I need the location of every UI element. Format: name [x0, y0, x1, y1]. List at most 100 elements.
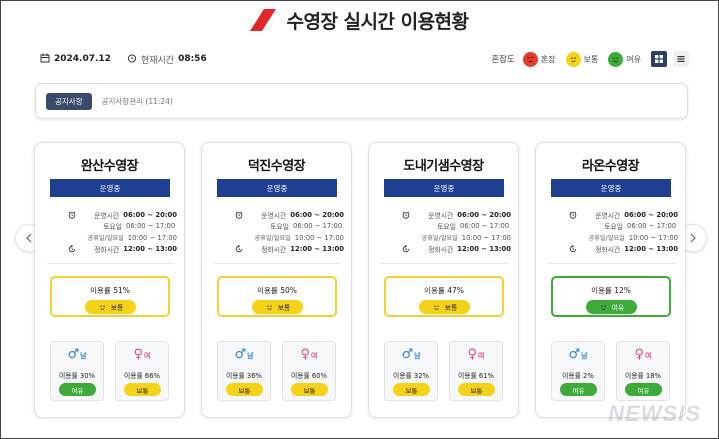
refresh-clock-icon [568, 245, 577, 253]
hours-row-saturday: 토요일 06:00 ~ 17:00 [401, 221, 511, 233]
divider [548, 263, 675, 264]
notice-badge: 공지사항 [46, 92, 92, 110]
operating-hours: 운영시간 06:00 ~ 20:00 토요일 06:00 ~ 17:00 공휴일… [234, 209, 344, 255]
pool-card-1[interactable]: 완산수영장 운영중 운영시간 06:00 ~ 20:00 토요일 06:00 ~… [34, 142, 185, 418]
female-usage-rate: 이용률 60% [290, 372, 328, 380]
hours-value: 06:00 ~ 20:00 [290, 210, 344, 219]
male-indicator: ♂ 남 [385, 348, 437, 361]
male-symbol-icon: ♂ [67, 347, 80, 362]
notice-text[interactable]: 공지사항관리 (11:24) [102, 96, 173, 107]
grid-view-button[interactable] [651, 51, 667, 67]
female-indicator: ♀ 여 [116, 348, 168, 361]
refresh-clock-icon [401, 245, 410, 253]
hours-label: 운영시간 [428, 211, 454, 220]
legend-item-moderate: 보통 [565, 51, 598, 67]
female-symbol-icon: ♀ [467, 347, 478, 362]
male-indicator: ♂ 남 [218, 348, 270, 361]
alarm-clock-icon [67, 211, 76, 219]
chevron-right-icon [690, 233, 696, 243]
slash-logo-icon [250, 9, 277, 31]
overall-usage-box: 이용률 12% 여유 [551, 276, 671, 317]
hours-row-holiday: 공휴일/일요일 10:00 ~ 17:00 [568, 232, 678, 244]
congestion-label: 여유 [611, 304, 625, 312]
hours-value: 12:00 ~ 13:00 [624, 245, 678, 254]
hours-row-cleaning: 정화시간 12:00 ~ 13:00 [401, 244, 511, 256]
male-label: 남 [80, 352, 87, 360]
operating-status-badge: 운영중 [217, 179, 337, 197]
time-display: 현재시간 08:56 [127, 53, 207, 66]
hours-value: 06:00 ~ 17:00 [126, 222, 176, 231]
male-usage-rate: 이용률 2% [562, 372, 594, 380]
legend-item-busy: 혼잡 [522, 51, 556, 67]
hours-row-saturday: 토요일 06:00 ~ 17:00 [234, 221, 344, 233]
congestion-legend: 혼잡도 혼잡 보통 여유 [491, 51, 689, 67]
alarm-clock-icon [127, 53, 137, 66]
female-usage-box: ♀ 여 이용률 60% 보통 [282, 341, 336, 401]
male-usage-box: ♂ 남 이용률 32% 보통 [384, 341, 438, 401]
hours-value: 10:00 ~ 17:00 [294, 233, 344, 242]
info-bar: 2024.07.12 현재시간 08:56 혼잡도 혼잡 보통 여유 [40, 50, 689, 68]
operating-status-badge: 운영중 [384, 179, 504, 197]
notice-bar[interactable]: 공지사항 공지사항관리 (11:24) [35, 83, 688, 119]
female-congestion-pill: 보통 [291, 383, 328, 396]
male-usage-box: ♂ 남 이용률 30% 여유 [50, 341, 104, 401]
current-time-label: 현재시간 [140, 55, 175, 66]
hours-label: 공휴일/일요일 [87, 235, 124, 243]
hours-label: 공휴일/일요일 [588, 235, 625, 243]
hours-label: 공휴일/일요일 [254, 235, 291, 243]
male-congestion-pill: 보통 [393, 383, 430, 396]
hours-value: 10:00 ~ 17:00 [461, 233, 511, 242]
hours-row-weekday: 운영시간 06:00 ~ 20:00 [401, 209, 511, 221]
male-symbol-icon: ♂ [568, 347, 581, 362]
divider [214, 263, 341, 264]
pool-card-2[interactable]: 덕진수영장 운영중 운영시간 06:00 ~ 20:00 토요일 06:00 ~… [201, 142, 352, 418]
legend-title: 혼잡도 [491, 55, 515, 65]
male-congestion-pill: 보통 [226, 383, 263, 396]
hours-value: 06:00 ~ 17:00 [460, 222, 510, 231]
congestion-pill: 여유 [586, 300, 637, 314]
pool-card-3[interactable]: 도내기샘수영장 운영중 운영시간 06:00 ~ 20:00 토요일 06:00… [368, 142, 519, 418]
pool-card-4[interactable]: 라온수영장 운영중 운영시간 06:00 ~ 20:00 토요일 06:00 ~… [535, 142, 686, 418]
female-usage-box: ♀ 여 이용률 18% 여유 [616, 341, 670, 401]
male-indicator: ♂ 남 [552, 348, 604, 361]
hours-value: 06:00 ~ 20:00 [624, 210, 678, 219]
overall-usage-rate: 이용률 51% [90, 286, 130, 295]
female-congestion-pill: 여유 [625, 383, 662, 396]
overall-usage-rate: 이용률 12% [591, 286, 631, 295]
female-label: 여 [645, 352, 652, 360]
hours-row-saturday: 토요일 06:00 ~ 17:00 [568, 221, 678, 233]
refresh-clock-icon [67, 245, 76, 253]
operating-hours: 운영시간 06:00 ~ 20:00 토요일 06:00 ~ 17:00 공휴일… [67, 209, 177, 255]
list-view-button[interactable] [673, 51, 689, 67]
hours-label: 정화시간 [428, 246, 454, 255]
male-usage-rate: 이용률 32% [392, 372, 430, 380]
hours-value: 06:00 ~ 20:00 [123, 210, 177, 219]
hours-label: 토요일 [270, 223, 289, 232]
hours-label: 정화시간 [595, 246, 621, 255]
operating-hours: 운영시간 06:00 ~ 20:00 토요일 06:00 ~ 17:00 공휴일… [568, 209, 678, 255]
female-congestion-pill: 보통 [124, 383, 161, 396]
operating-status-badge: 운영중 [50, 179, 170, 197]
female-indicator: ♀ 여 [450, 348, 502, 361]
page-header: 수영장 실시간 이용현황 [0, 6, 719, 34]
female-label: 여 [144, 352, 151, 360]
male-congestion-pill: 여유 [59, 383, 96, 396]
hours-label: 운영시간 [261, 211, 287, 220]
male-indicator: ♂ 남 [51, 348, 103, 361]
pool-name: 완산수영장 [80, 159, 139, 174]
happy-face-icon [608, 51, 624, 67]
female-usage-box: ♀ 여 이용률 61% 보통 [449, 341, 503, 401]
current-date: 2024.07.12 [54, 54, 111, 64]
smile-icon [98, 303, 107, 312]
refresh-clock-icon [234, 245, 243, 253]
smile-icon [599, 303, 608, 312]
male-label: 남 [581, 352, 588, 360]
female-indicator: ♀ 여 [283, 348, 335, 361]
chevron-left-icon [26, 233, 32, 243]
hours-row-cleaning: 정화시간 12:00 ~ 13:00 [234, 244, 344, 256]
alarm-clock-icon [401, 211, 410, 219]
divider [381, 263, 508, 264]
overall-usage-rate: 이용률 50% [257, 286, 297, 295]
hours-value: 12:00 ~ 13:00 [457, 245, 511, 254]
pool-name: 도내기샘수영장 [403, 159, 484, 174]
